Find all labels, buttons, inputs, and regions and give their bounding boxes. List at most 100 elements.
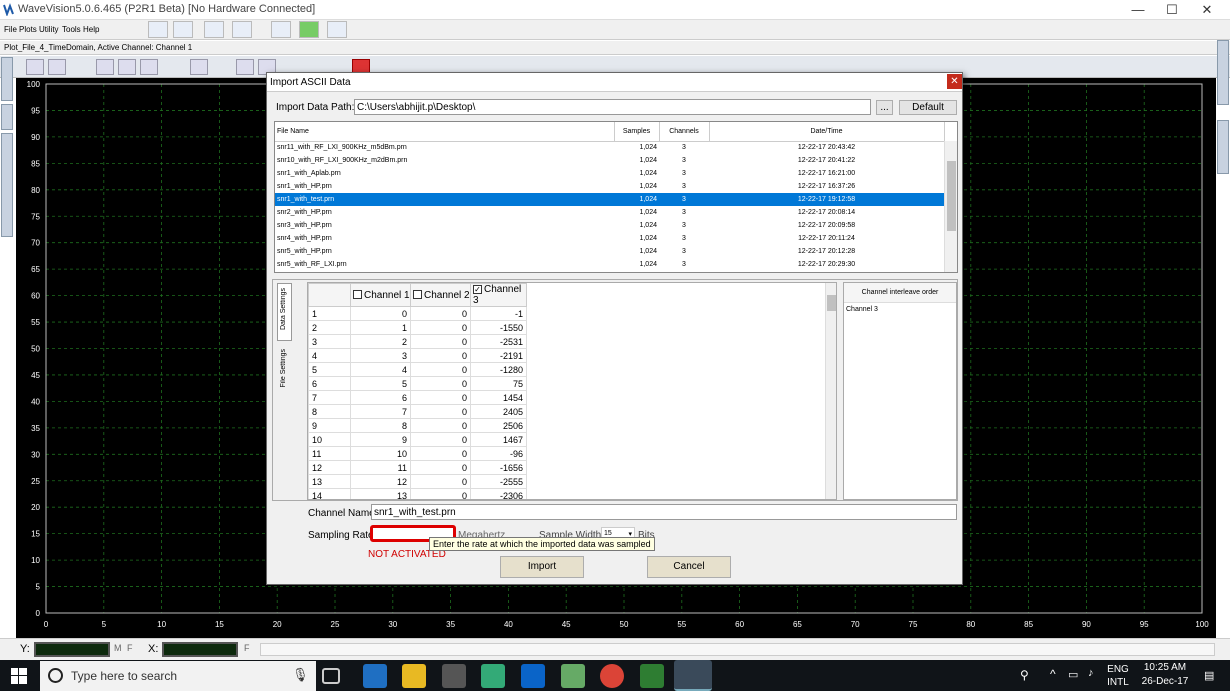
channel-3-value-cell[interactable]: 2405	[470, 404, 527, 419]
channel-1-checkbox[interactable]	[353, 290, 362, 300]
file-date-cell[interactable]: 12-22-17 20:08:14	[709, 206, 944, 219]
y-m-button[interactable]: M	[114, 643, 122, 653]
clock[interactable]: 10:25 AM 26-Dec-17	[1135, 661, 1195, 689]
menu-help[interactable]: Help	[83, 25, 99, 34]
file-channels-cell[interactable]: 3	[659, 245, 709, 258]
channel-table-scroll-thumb[interactable]	[827, 295, 836, 311]
channel-1-value-cell[interactable]: 6	[350, 390, 411, 405]
file-samples-cell[interactable]: 1,024	[614, 167, 659, 180]
battery-icon[interactable]: ▭	[1068, 668, 1078, 681]
file-row[interactable]: snr5_with_HP.prn 1,024 3 12-22-17 20:12:28	[275, 245, 944, 258]
file-list-scroll-thumb[interactable]	[947, 161, 956, 231]
file-name-cell[interactable]: snr3_with_HP.prn	[275, 219, 614, 232]
file-name-cell[interactable]: snr1_with_test.prn	[275, 193, 614, 206]
chrome-icon[interactable]	[600, 664, 624, 688]
file-date-cell[interactable]: 12-22-17 20:43:42	[709, 141, 944, 154]
data-row[interactable]: 10 9 0 1467	[308, 432, 527, 447]
task-view-icon[interactable]	[322, 668, 340, 684]
language-indicator[interactable]: ENG INTL	[1107, 663, 1129, 689]
channel-3-header[interactable]: ✓ Channel 3	[470, 283, 527, 307]
data-row[interactable]: 13 12 0 -2555	[308, 474, 527, 489]
row-index-cell[interactable]: 11	[308, 446, 351, 461]
channel-1-header[interactable]: Channel 1	[350, 283, 411, 307]
save-plot-icon[interactable]	[26, 59, 44, 75]
app-icon-1[interactable]	[481, 664, 505, 688]
channel-3-value-cell[interactable]: 1454	[470, 390, 527, 405]
channel-3-value-cell[interactable]: -2555	[470, 474, 527, 489]
file-channels-cell[interactable]: 3	[659, 206, 709, 219]
channel-1-value-cell[interactable]: 12	[350, 474, 411, 489]
channel-1-value-cell[interactable]: 9	[350, 432, 411, 447]
file-date-cell[interactable]: 12-22-17 20:29:30	[709, 258, 944, 271]
waveform-icon[interactable]	[236, 59, 254, 75]
channel-1-value-cell[interactable]: 11	[350, 460, 411, 475]
tab-file-settings[interactable]: File Settings	[277, 344, 292, 394]
row-index-cell[interactable]: 6	[308, 376, 351, 391]
file-channels-cell[interactable]: 3	[659, 258, 709, 271]
file-row[interactable]: snr10_with_RF_LXI_900KHz_m2dBm.prn 1,024 3…	[275, 154, 944, 167]
file-samples-cell[interactable]: 1,024	[614, 232, 659, 245]
file-name-cell[interactable]: snr4_with_HP.prn	[275, 232, 614, 245]
pan-icon[interactable]	[118, 59, 136, 75]
channel-data-table[interactable]: Channel 1 Channel 2 ✓ Channel 3 1 0 0 -1 2 1 0-…	[307, 282, 837, 500]
row-index-cell[interactable]: 4	[308, 348, 351, 363]
file-list-scrollbar[interactable]	[944, 141, 957, 272]
channel-1-value-cell[interactable]: 5	[350, 376, 411, 391]
channel-1-value-cell[interactable]: 7	[350, 404, 411, 419]
file-channels-cell[interactable]: 3	[659, 167, 709, 180]
file-name-cell[interactable]: snr2_with_HP.prn	[275, 206, 614, 219]
file-row[interactable]: snr1_with_test.prn 1,024 3 12-22-17 19:12:5…	[275, 193, 944, 206]
file-channels-cell[interactable]: 3	[659, 141, 709, 154]
time-domain-icon[interactable]	[204, 21, 224, 38]
channel-2-value-cell[interactable]: 0	[410, 404, 471, 419]
file-date-cell[interactable]: 12-22-17 20:12:28	[709, 245, 944, 258]
taskbar-search-box[interactable]: Type here to search 🎙	[40, 661, 316, 691]
file-name-cell[interactable]: snr1_with_Aplab.prn	[275, 167, 614, 180]
channel-1-value-cell[interactable]: 4	[350, 362, 411, 377]
row-index-cell[interactable]: 12	[308, 460, 351, 475]
data-row[interactable]: 7 6 0 1454	[308, 390, 527, 405]
interleave-item[interactable]: Channel 3	[844, 303, 956, 316]
file-date-cell[interactable]: 12-22-17 16:21:00	[709, 167, 944, 180]
channel-3-value-cell[interactable]: -1550	[470, 320, 527, 335]
file-channels-cell[interactable]: 3	[659, 232, 709, 245]
edge-icon[interactable]	[363, 664, 387, 688]
channel-2-value-cell[interactable]: 0	[410, 390, 471, 405]
outlook-icon[interactable]	[521, 664, 545, 688]
channel-2-value-cell[interactable]: 0	[410, 474, 471, 489]
channel-2-value-cell[interactable]: 0	[410, 432, 471, 447]
file-name-cell[interactable]: snr1_with_HP.prn	[275, 180, 614, 193]
cancel-button[interactable]: Cancel	[647, 556, 731, 578]
channel-2-value-cell[interactable]: 0	[410, 362, 471, 377]
data-row[interactable]: 8 7 0 2405	[308, 404, 527, 419]
channel-3-value-cell[interactable]: -2191	[470, 348, 527, 363]
row-index-cell[interactable]: 9	[308, 418, 351, 433]
file-channels-cell[interactable]: 3	[659, 154, 709, 167]
channel-2-value-cell[interactable]: 0	[410, 418, 471, 433]
calculator-icon[interactable]	[442, 664, 466, 688]
file-row[interactable]: snr1_with_Aplab.prn 1,024 3 12-22-17 16:21:…	[275, 167, 944, 180]
microphone-icon[interactable]: 🎙	[292, 667, 309, 683]
file-samples-cell[interactable]: 1,024	[614, 154, 659, 167]
channel-2-value-cell[interactable]: 0	[410, 320, 471, 335]
fft-icon[interactable]	[232, 21, 252, 38]
side-tab-top-left[interactable]	[1, 57, 13, 101]
data-row[interactable]: 11 10 0 -96	[308, 446, 527, 461]
notifications-icon[interactable]: ▤	[1204, 669, 1214, 682]
channel-2-header[interactable]: Channel 2	[410, 283, 471, 307]
x-f-button[interactable]: F	[244, 643, 250, 653]
file-name-cell[interactable]: snr10_with_RF_LXI_900KHz_m2dBm.prn	[275, 154, 614, 167]
file-date-cell[interactable]: 12-22-17 19:12:58	[709, 193, 944, 206]
row-index-cell[interactable]: 1	[308, 306, 351, 321]
swap-icon[interactable]	[190, 59, 208, 75]
volume-icon[interactable]: ♪	[1088, 667, 1094, 679]
channel-2-value-cell[interactable]: 0	[410, 334, 471, 349]
channel-1-value-cell[interactable]: 2	[350, 334, 411, 349]
file-name-cell[interactable]: snr11_with_RF_LXI_900KHz_m5dBm.prn	[275, 141, 614, 154]
file-row[interactable]: snr2_with_HP.prn 1,024 3 12-22-17 20:08:14	[275, 206, 944, 219]
file-name-cell[interactable]: snr5_with_RF_LXI.prn	[275, 258, 614, 271]
tab-data-settings[interactable]: Data Settings	[277, 283, 292, 341]
plot-horizontal-scrollbar[interactable]	[260, 643, 1215, 656]
menu-file[interactable]: File	[4, 25, 17, 34]
file-samples-cell[interactable]: 1,024	[614, 206, 659, 219]
